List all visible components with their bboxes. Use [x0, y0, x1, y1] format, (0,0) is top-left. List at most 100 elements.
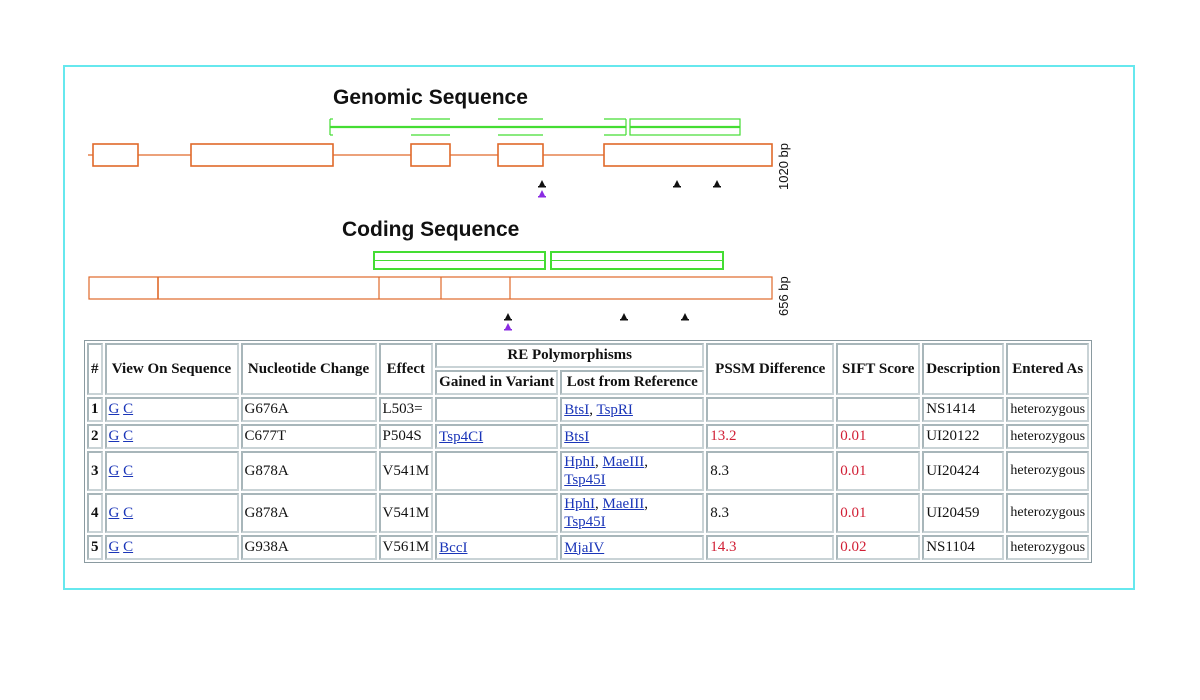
- view-genomic-link[interactable]: G: [109, 539, 120, 555]
- sift-score: 0.01: [836, 493, 921, 533]
- row-number: 4: [87, 493, 103, 533]
- gained-enzymes: [435, 397, 559, 422]
- view-coding-link[interactable]: C: [123, 463, 133, 479]
- sift-score: [836, 397, 921, 422]
- enzyme-link[interactable]: Tsp4CI: [439, 429, 483, 445]
- view-genomic-link[interactable]: G: [109, 428, 120, 444]
- snp-marker[interactable]: [714, 180, 720, 186]
- effect: V541M: [378, 451, 434, 491]
- col-header-view: View On Sequence: [104, 343, 239, 395]
- gained-enzymes: [435, 451, 559, 491]
- snp-marker[interactable]: [539, 180, 545, 186]
- description: NS1104: [922, 535, 1005, 560]
- col-header-nucleotide: Nucleotide Change: [240, 343, 377, 395]
- enzyme-link[interactable]: HphI: [564, 496, 595, 512]
- coding-diagram: [88, 251, 773, 331]
- view-coding-link[interactable]: C: [123, 539, 133, 555]
- snp-marker-base: [538, 196, 546, 198]
- view-links: G C: [104, 535, 239, 560]
- snp-marker-base: [673, 186, 681, 188]
- variant-table: # View On Sequence Nucleotide Change Eff…: [84, 340, 1093, 563]
- view-coding-link[interactable]: C: [123, 428, 133, 444]
- col-header-entered: Entered As: [1006, 343, 1090, 395]
- genomic-diagram: [88, 118, 773, 198]
- col-header-re-polymorphisms: RE Polymorphisms: [435, 343, 705, 368]
- enzyme-link[interactable]: MaeIII: [603, 454, 645, 470]
- genomic-exon[interactable]: [497, 143, 544, 167]
- enzyme-link[interactable]: TspRI: [596, 402, 632, 418]
- nucleotide-change: C677T: [240, 424, 377, 449]
- genomic-exon[interactable]: [190, 143, 334, 167]
- col-header-sift: SIFT Score: [836, 343, 921, 395]
- coding-domain-2[interactable]: [550, 251, 724, 270]
- snp-marker-base: [713, 186, 721, 188]
- snp-marker-selected[interactable]: [505, 323, 511, 329]
- snp-marker-base: [681, 319, 689, 321]
- enzyme-link[interactable]: BtsI: [564, 429, 589, 445]
- entered-as: heterozygous: [1006, 424, 1090, 449]
- view-links: G C: [104, 424, 239, 449]
- genomic-domain-2[interactable]: [629, 118, 741, 136]
- snp-marker[interactable]: [621, 313, 627, 319]
- row-number: 1: [87, 397, 103, 422]
- coding-sequence-bar: [88, 276, 773, 300]
- coding-domain-1[interactable]: [373, 251, 546, 270]
- col-header-num: #: [87, 343, 103, 395]
- enzyme-link[interactable]: HphI: [564, 454, 595, 470]
- gained-enzymes: Tsp4CI: [435, 424, 559, 449]
- genomic-exon[interactable]: [92, 143, 139, 167]
- description: UI20459: [922, 493, 1005, 533]
- view-coding-link[interactable]: C: [123, 505, 133, 521]
- lost-enzymes: MjaIV: [560, 535, 705, 560]
- enzyme-link[interactable]: BccI: [439, 540, 467, 556]
- enzyme-link[interactable]: BtsI: [564, 402, 589, 418]
- col-header-description: Description: [922, 343, 1005, 395]
- row-number: 3: [87, 451, 103, 491]
- pssm-difference: 8.3: [706, 451, 835, 491]
- table-row: 2G C C677T P504S Tsp4CI BtsI 13.2 0.01 UI20122 h…: [87, 424, 1090, 449]
- col-header-pssm: PSSM Difference: [706, 343, 835, 395]
- effect: V541M: [378, 493, 434, 533]
- table-row: 5G C G938A V561M BccI MjaIV 14.3 0.02 NS1104 het…: [87, 535, 1090, 560]
- view-links: G C: [104, 397, 239, 422]
- table-row: 3G C G878A V541M HphI, MaeIII, Tsp45I 8.3 0.0…: [87, 451, 1090, 491]
- genomic-exon[interactable]: [603, 143, 773, 167]
- view-coding-link[interactable]: C: [123, 401, 133, 417]
- view-links: G C: [104, 451, 239, 491]
- snp-marker-base: [620, 319, 628, 321]
- enzyme-link[interactable]: Tsp45I: [564, 472, 605, 488]
- snp-marker[interactable]: [674, 180, 680, 186]
- gained-enzymes: [435, 493, 559, 533]
- nucleotide-change: G878A: [240, 451, 377, 491]
- view-genomic-link[interactable]: G: [109, 505, 120, 521]
- snp-marker[interactable]: [505, 313, 511, 319]
- enzyme-link[interactable]: MaeIII: [603, 496, 645, 512]
- view-genomic-link[interactable]: G: [109, 463, 120, 479]
- nucleotide-change: G938A: [240, 535, 377, 560]
- view-links: G C: [104, 493, 239, 533]
- sift-score: 0.02: [836, 535, 921, 560]
- enzyme-link[interactable]: Tsp45I: [564, 514, 605, 530]
- lost-enzymes: HphI, MaeIII, Tsp45I: [560, 451, 705, 491]
- genomic-domain-1[interactable]: [329, 118, 627, 136]
- snp-marker-base: [504, 319, 512, 321]
- lost-enzymes: BtsI: [560, 424, 705, 449]
- table-row: 1G C G676A L503= BtsI, TspRI NS1414 heterozyg…: [87, 397, 1090, 422]
- view-genomic-link[interactable]: G: [109, 401, 120, 417]
- snp-marker-selected[interactable]: [539, 190, 545, 196]
- snp-marker[interactable]: [682, 313, 688, 319]
- effect: P504S: [378, 424, 434, 449]
- genomic-exon[interactable]: [410, 143, 451, 167]
- nucleotide-change: G878A: [240, 493, 377, 533]
- gained-enzymes: BccI: [435, 535, 559, 560]
- sift-score: 0.01: [836, 424, 921, 449]
- genomic-length-label: 1020 bp: [776, 143, 791, 190]
- entered-as: heterozygous: [1006, 397, 1090, 422]
- col-header-lost: Lost from Reference: [560, 370, 705, 395]
- enzyme-link[interactable]: MjaIV: [564, 540, 604, 556]
- row-number: 2: [87, 424, 103, 449]
- entered-as: heterozygous: [1006, 493, 1090, 533]
- coding-sequence-title: Coding Sequence: [342, 218, 520, 241]
- lost-enzymes: BtsI, TspRI: [560, 397, 705, 422]
- sift-score: 0.01: [836, 451, 921, 491]
